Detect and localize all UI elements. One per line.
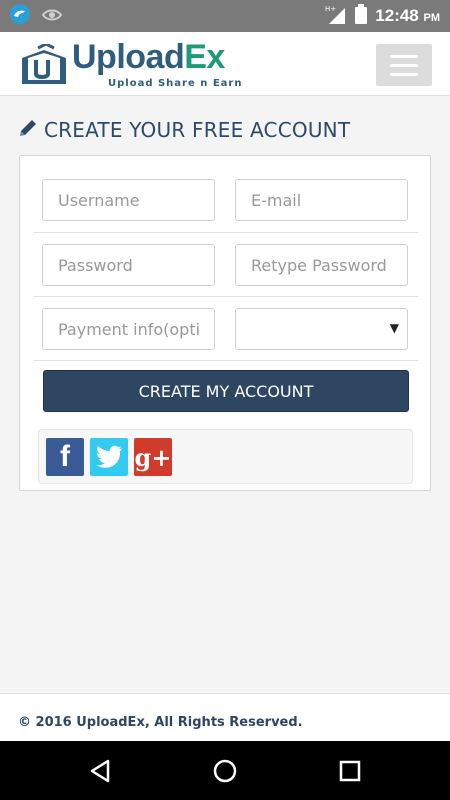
- social-login-bar: f g+: [38, 429, 413, 484]
- hamburger-icon-bar: [390, 72, 418, 76]
- recent-apps-icon[interactable]: [337, 758, 363, 784]
- payment-info-input[interactable]: [42, 308, 215, 350]
- hamburger-menu-button[interactable]: [376, 44, 432, 86]
- uploadex-logo[interactable]: UploadEx Upload Share n Earn: [18, 38, 258, 92]
- logo-wordmark: UploadEx: [72, 38, 225, 76]
- google-plus-login-button[interactable]: g+: [134, 438, 172, 476]
- android-navigation-bar: [0, 741, 450, 800]
- page-heading: CREATE YOUR FREE ACCOUNT: [18, 118, 350, 142]
- google-plus-icon: g+: [134, 442, 172, 472]
- password-input[interactable]: [42, 244, 215, 286]
- create-account-button[interactable]: CREATE MY ACCOUNT: [43, 370, 409, 412]
- dropdown-arrow-icon: ▼: [389, 321, 399, 335]
- form-row-account: [34, 168, 418, 233]
- battery-icon: [355, 4, 368, 28]
- hamburger-icon-bar: [390, 63, 418, 67]
- logo-mark-icon: [22, 44, 66, 84]
- site-header: UploadEx Upload Share n Earn: [0, 32, 450, 96]
- payment-method-select[interactable]: ▼: [235, 308, 408, 350]
- clock: 12:48 PM: [375, 6, 440, 25]
- logo-tagline: Upload Share n Earn: [108, 78, 243, 89]
- username-input[interactable]: [42, 179, 215, 221]
- email-input[interactable]: [235, 179, 408, 221]
- hamburger-icon-bar: [390, 54, 418, 58]
- signal-icon: H+: [325, 4, 347, 28]
- bird-notification-icon: [10, 4, 30, 28]
- form-row-payment: ▼: [34, 297, 418, 361]
- twitter-bird-icon: [96, 445, 122, 468]
- form-row-password: [34, 233, 418, 297]
- retype-password-input[interactable]: [235, 244, 408, 286]
- copyright-text: © 2016 UploadEx, All Rights Reserved.: [18, 715, 303, 730]
- facebook-icon: f: [60, 440, 70, 473]
- page-title: CREATE YOUR FREE ACCOUNT: [44, 118, 351, 142]
- pencil-icon: [18, 118, 38, 142]
- site-footer: © 2016 UploadEx, All Rights Reserved.: [0, 693, 450, 741]
- eye-icon: [41, 7, 63, 26]
- status-bar: H+ 12:48 PM: [0, 0, 450, 32]
- registration-form: ▼ CREATE MY ACCOUNT f g+: [19, 155, 431, 491]
- network-label: H+: [325, 5, 336, 13]
- back-icon[interactable]: [88, 758, 114, 784]
- home-icon[interactable]: [212, 758, 238, 784]
- facebook-login-button[interactable]: f: [46, 438, 84, 476]
- twitter-login-button[interactable]: [90, 438, 128, 476]
